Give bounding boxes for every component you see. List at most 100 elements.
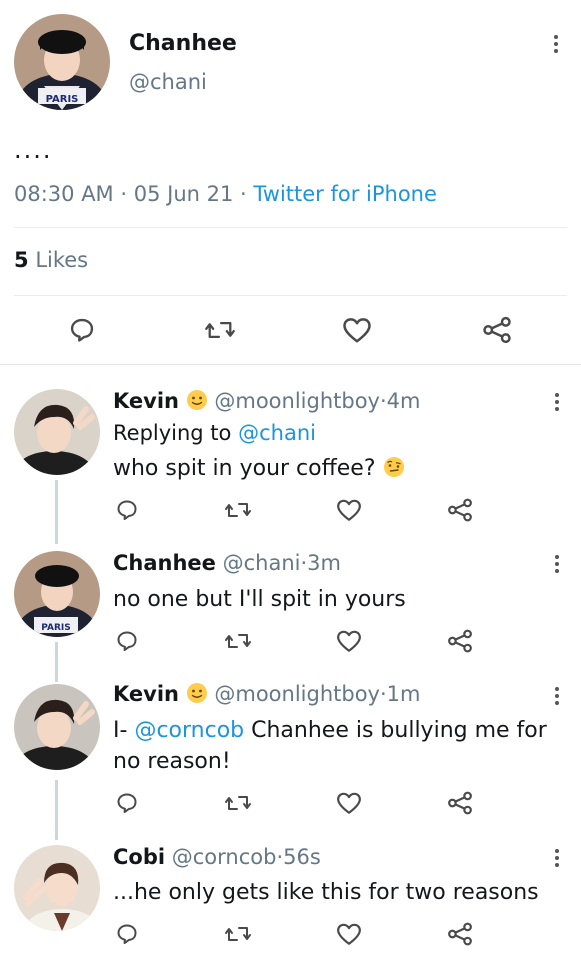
reply-author-name[interactable]: Kevin	[113, 389, 179, 413]
retweet-button[interactable]	[223, 496, 253, 524]
reply-header: Kevin @moonlightboy·4m	[113, 389, 421, 413]
more-options-icon[interactable]	[550, 846, 564, 870]
slightly-smiling-face-icon	[186, 390, 207, 410]
share-icon	[483, 316, 511, 344]
reply-text-content: who spit in your coffee?	[113, 456, 376, 481]
reply-author-handle[interactable]: @corncob	[172, 845, 277, 869]
more-options-icon[interactable]	[550, 552, 564, 576]
like-icon	[337, 923, 361, 945]
reply-author-name[interactable]: Kevin	[113, 682, 179, 706]
reply-header: Kevin @moonlightboy·1m	[113, 682, 421, 706]
reply-mention[interactable]: @corncob	[134, 718, 244, 743]
reply-icon	[117, 631, 137, 651]
share-button[interactable]	[446, 789, 474, 817]
retweet-icon	[225, 796, 251, 810]
retweet-button[interactable]	[202, 314, 238, 346]
retweet-button[interactable]	[223, 789, 253, 817]
reply-icon	[117, 500, 137, 520]
share-icon	[448, 922, 472, 946]
reply-avatar-kevin[interactable]	[14, 389, 100, 475]
main-author-handle[interactable]: @chani	[129, 70, 207, 94]
more-options-icon[interactable]	[550, 684, 564, 708]
reply-text: I- @corncob Chanhee is bullying me for	[113, 715, 547, 746]
reply-header: Cobi @corncob·56s	[113, 845, 321, 869]
tweet-date[interactable]: 05 Jun 21	[134, 182, 234, 206]
tweet-source-link[interactable]: Twitter for iPhone	[253, 182, 437, 206]
divider	[14, 295, 567, 296]
main-avatar[interactable]: PARIS	[14, 14, 110, 110]
reply-time: 56s	[283, 845, 321, 869]
share-icon	[448, 498, 472, 522]
replying-to-mention[interactable]: @chani	[238, 421, 316, 445]
avatar-image	[14, 684, 100, 770]
reply-avatar-kevin[interactable]	[14, 684, 100, 770]
share-button[interactable]	[446, 627, 474, 655]
like-button[interactable]	[335, 920, 363, 948]
thread-line	[55, 780, 58, 840]
reply-text-line2: no reason!	[113, 749, 231, 774]
meta-separator: ·	[120, 182, 128, 206]
tweet-text: ....	[14, 136, 53, 164]
thread-line	[55, 642, 58, 682]
share-button[interactable]	[480, 314, 514, 346]
tweet-meta: 08:30 AM · 05 Jun 21 · Twitter for iPhon…	[14, 182, 437, 206]
like-button[interactable]	[335, 789, 363, 817]
divider	[14, 227, 567, 228]
replying-to: Replying to @chani	[113, 418, 316, 449]
likes-number: 5	[14, 248, 29, 272]
reply-header: Chanhee @chani·3m	[113, 551, 341, 575]
like-button[interactable]	[335, 627, 363, 655]
reply-button[interactable]	[113, 496, 141, 524]
avatar-image: PARIS	[14, 551, 100, 637]
avatar-image: PARIS	[14, 14, 110, 110]
meta-separator: ·	[240, 182, 247, 206]
reply-text: no one but I'll spit in yours	[113, 587, 406, 612]
like-icon	[337, 630, 361, 652]
reply-avatar-cobi[interactable]	[14, 845, 100, 931]
reply-text: ...he only gets like this for two reason…	[113, 880, 539, 905]
reply-avatar-chanhee[interactable]: PARIS	[14, 551, 100, 637]
retweet-icon	[225, 503, 251, 517]
reply-time: 4m	[386, 389, 421, 413]
reply-button[interactable]	[113, 920, 141, 948]
retweet-button[interactable]	[223, 920, 253, 948]
reply-button[interactable]	[66, 314, 98, 346]
share-icon	[448, 791, 472, 815]
reply-author-handle[interactable]: @chani	[223, 551, 301, 575]
retweet-button[interactable]	[223, 627, 253, 655]
avatar-image	[14, 845, 100, 931]
main-author-name[interactable]: Chanhee	[129, 31, 237, 56]
reply-text: who spit in your coffee?	[113, 453, 405, 484]
like-button[interactable]	[340, 314, 374, 346]
share-icon	[448, 629, 472, 653]
retweet-icon	[205, 321, 235, 338]
share-button[interactable]	[446, 920, 474, 948]
meta-separator: ·	[379, 389, 387, 413]
likes-count[interactable]: 5 Likes	[14, 248, 88, 272]
reply-time: 1m	[386, 682, 421, 706]
reply-button[interactable]	[113, 789, 141, 817]
reply-icon	[117, 793, 137, 813]
reply-button[interactable]	[113, 627, 141, 655]
slightly-smiling-face-icon	[186, 683, 207, 703]
divider	[0, 364, 581, 365]
reply-icon	[117, 924, 137, 944]
reply-author-handle[interactable]: @moonlightboy	[214, 389, 380, 413]
face-with-raised-eyebrow-icon	[383, 457, 404, 477]
reply-time: 3m	[307, 551, 341, 575]
tweet-time: 08:30 AM	[14, 182, 114, 206]
reply-author-name[interactable]: Chanhee	[113, 551, 216, 575]
reply-icon	[70, 318, 94, 342]
meta-separator: ·	[379, 682, 387, 706]
share-button[interactable]	[446, 496, 474, 524]
thread-line	[55, 480, 58, 544]
reply-author-name[interactable]: Cobi	[113, 845, 165, 869]
reply-text-rest: Chanhee is bullying me for	[251, 718, 547, 743]
replying-to-label: Replying to	[113, 421, 232, 445]
like-button[interactable]	[335, 496, 363, 524]
like-icon	[337, 792, 361, 814]
reply-author-handle[interactable]: @moonlightboy	[214, 682, 380, 706]
like-icon	[337, 499, 361, 521]
more-options-icon[interactable]	[549, 32, 563, 56]
more-options-icon[interactable]	[550, 390, 564, 414]
